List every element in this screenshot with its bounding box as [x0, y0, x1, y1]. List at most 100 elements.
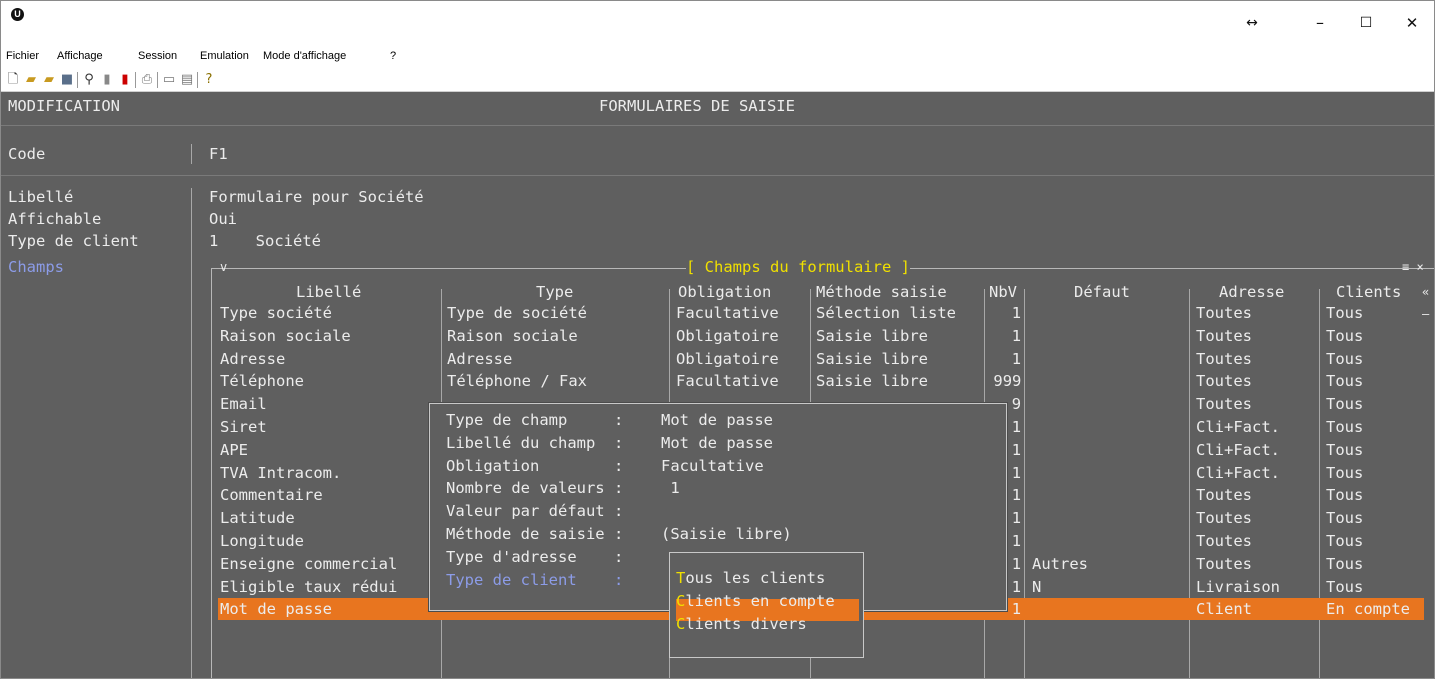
col-header-libelle: Libellé	[296, 283, 362, 301]
find-icon[interactable]: ⚲	[81, 72, 97, 88]
menu-help[interactable]: ?	[390, 50, 396, 62]
scrollbar-thumb[interactable]: –	[1422, 303, 1429, 325]
grid-cell-clients: Tous	[1326, 532, 1364, 550]
grid-cell-nbv: 1	[1011, 554, 1022, 573]
copy-screen-icon[interactable]: ▭	[161, 72, 177, 88]
terminal-screen: MODIFICATION FORMULAIRES DE SAISIE Code …	[1, 92, 1434, 678]
grid-cell-libelle[interactable]: Eligible taux rédui	[220, 576, 397, 598]
affichable-value[interactable]: Oui	[209, 208, 237, 230]
submenu-label: ous les clients	[685, 569, 826, 587]
menu-emulation[interactable]: Emulation	[200, 50, 249, 62]
grid-cell-adresse: Toutes	[1196, 326, 1252, 345]
grid-cell-libelle[interactable]: Type société	[220, 302, 332, 324]
grid-cell-libelle[interactable]: Adresse	[220, 348, 285, 370]
connect-icon[interactable]: ▰	[41, 72, 57, 88]
app-window: U ↔ – ☐ ✕ Fichier Affichage Session Emul…	[0, 0, 1435, 679]
popup-label: Valeur par défaut :	[446, 502, 624, 521]
col-header-adresse: Adresse	[1219, 283, 1285, 301]
grid-cell-obligation: Obligatoire	[676, 349, 779, 368]
print-icon[interactable]: ⎙	[139, 72, 155, 88]
menu-affichage[interactable]: Affichage	[57, 50, 103, 62]
submenu-label: lients en compte	[685, 592, 835, 610]
grid-cell-obligation: Obligatoire	[676, 326, 779, 345]
title-bar: U ↔ – ☐ ✕	[1, 1, 1434, 45]
grid-cell-clients: Tous	[1326, 372, 1364, 391]
menu-fichier[interactable]: Fichier	[6, 50, 39, 62]
grid-cell-methode: Sélection liste	[816, 304, 956, 322]
grid-cell-libelle[interactable]: Enseigne commercial	[220, 553, 397, 575]
grid-cell-adresse: Toutes	[1196, 304, 1252, 322]
client-type-submenu: Tous les clients Clients en compte Clients…	[669, 552, 864, 658]
submenu-item[interactable]: Clients divers	[676, 613, 807, 635]
popup-value[interactable]: Mot de passe	[661, 432, 773, 454]
grid-cell-libelle[interactable]: Mot de passe	[220, 598, 332, 620]
popup-label: Type d'adresse :	[446, 547, 624, 566]
paste-icon[interactable]: ▤	[179, 72, 195, 88]
traffic-light-icon[interactable]: ▮	[117, 72, 133, 88]
grid-cell-clients: Tous	[1326, 554, 1364, 573]
submenu-item[interactable]: Clients en compte	[676, 590, 835, 612]
grid-cell-clients: Tous	[1326, 304, 1364, 322]
new-icon[interactable]: 🗋	[5, 72, 21, 88]
col-header-clients: Clients	[1336, 283, 1402, 301]
popup-label: Méthode de saisie :	[446, 525, 624, 543]
grid-cell-libelle[interactable]: Téléphone	[220, 370, 304, 392]
grid-cell-obligation: Facultative	[676, 372, 779, 391]
grid-cell-libelle[interactable]: TVA Intracom.	[220, 462, 341, 484]
scroll-up-icon[interactable]: «	[1422, 281, 1429, 303]
grid-cell-libelle[interactable]: Latitude	[220, 507, 295, 529]
grid-cell-clients: Tous	[1326, 463, 1364, 482]
close-button[interactable]: ✕	[1389, 3, 1434, 43]
screen-title: FORMULAIRES DE SAISIE	[599, 97, 795, 115]
type-client-value[interactable]: 1 Société	[209, 230, 321, 252]
code-label: Code	[8, 145, 46, 163]
save-icon[interactable]: ■	[59, 72, 75, 88]
grid-cell-nbv: 1	[1011, 600, 1022, 619]
grid-cell-adresse: Cli+Fact.	[1196, 440, 1280, 459]
grid-cell-nbv: 1	[1011, 532, 1022, 550]
grid-cell-adresse: Toutes	[1196, 395, 1252, 414]
grid-cell-clients: Tous	[1326, 486, 1364, 505]
libelle-value[interactable]: Formulaire pour Société	[209, 186, 424, 208]
grid-cell-nbv: 1	[1011, 577, 1022, 596]
key-icon[interactable]: ▮	[99, 72, 115, 88]
submenu-hotkey: C	[676, 592, 686, 610]
menu-mode-affichage[interactable]: Mode d'affichage	[263, 50, 346, 62]
grid-cell-libelle[interactable]: Email	[220, 393, 267, 415]
grid-corner-left: v	[220, 260, 228, 274]
open-icon[interactable]: ▰	[23, 72, 39, 88]
popup-label: Type de champ :	[446, 411, 624, 429]
grid-cell-libelle[interactable]: APE	[220, 439, 248, 461]
grid-cell-libelle[interactable]: Longitude	[220, 530, 304, 552]
grid-title: [ Champs du formulaire ]	[686, 256, 910, 278]
col-header-type: Type	[536, 283, 574, 301]
submenu-label: lients divers	[685, 615, 807, 633]
affichable-label: Affichable	[8, 210, 102, 228]
menu-session[interactable]: Session	[138, 50, 177, 62]
grid-cell-adresse: Toutes	[1196, 554, 1252, 573]
maximize-button[interactable]: ☐	[1343, 3, 1389, 43]
minimize-button[interactable]: –	[1297, 3, 1343, 43]
grid-cell-nbv: 1	[1011, 418, 1022, 436]
menu-bar: Fichier Affichage Session Emulation Mode…	[1, 46, 1434, 68]
grid-cell-libelle[interactable]: Raison sociale	[220, 325, 351, 347]
grid-cell-methode: Saisie libre	[816, 326, 928, 345]
grid-cell-adresse: Client	[1196, 600, 1252, 619]
grid-cell-type: Raison sociale	[447, 326, 578, 345]
submenu-item[interactable]: Tous les clients	[676, 567, 825, 589]
grid-close-icon[interactable]: ≡ ×	[1402, 256, 1424, 278]
code-value[interactable]: F1	[209, 143, 228, 165]
resize-arrows-icon[interactable]: ↔	[1229, 3, 1275, 43]
grid-cell-libelle[interactable]: Siret	[220, 416, 267, 438]
grid-cell-libelle[interactable]: Commentaire	[220, 484, 323, 506]
submenu-hotkey: C	[676, 615, 686, 633]
popup-value[interactable]: (Saisie libre)	[661, 523, 792, 545]
popup-value[interactable]: 1	[661, 477, 679, 499]
popup-label: Nombre de valeurs :	[446, 479, 624, 498]
help-icon[interactable]: ?	[201, 72, 217, 88]
grid-cell-methode: Saisie libre	[816, 349, 928, 368]
grid-cell-type: Type de société	[447, 304, 587, 322]
popup-value[interactable]: Facultative	[661, 455, 764, 477]
popup-value[interactable]: Mot de passe	[661, 409, 773, 431]
grid-cell-clients: Tous	[1326, 349, 1364, 368]
